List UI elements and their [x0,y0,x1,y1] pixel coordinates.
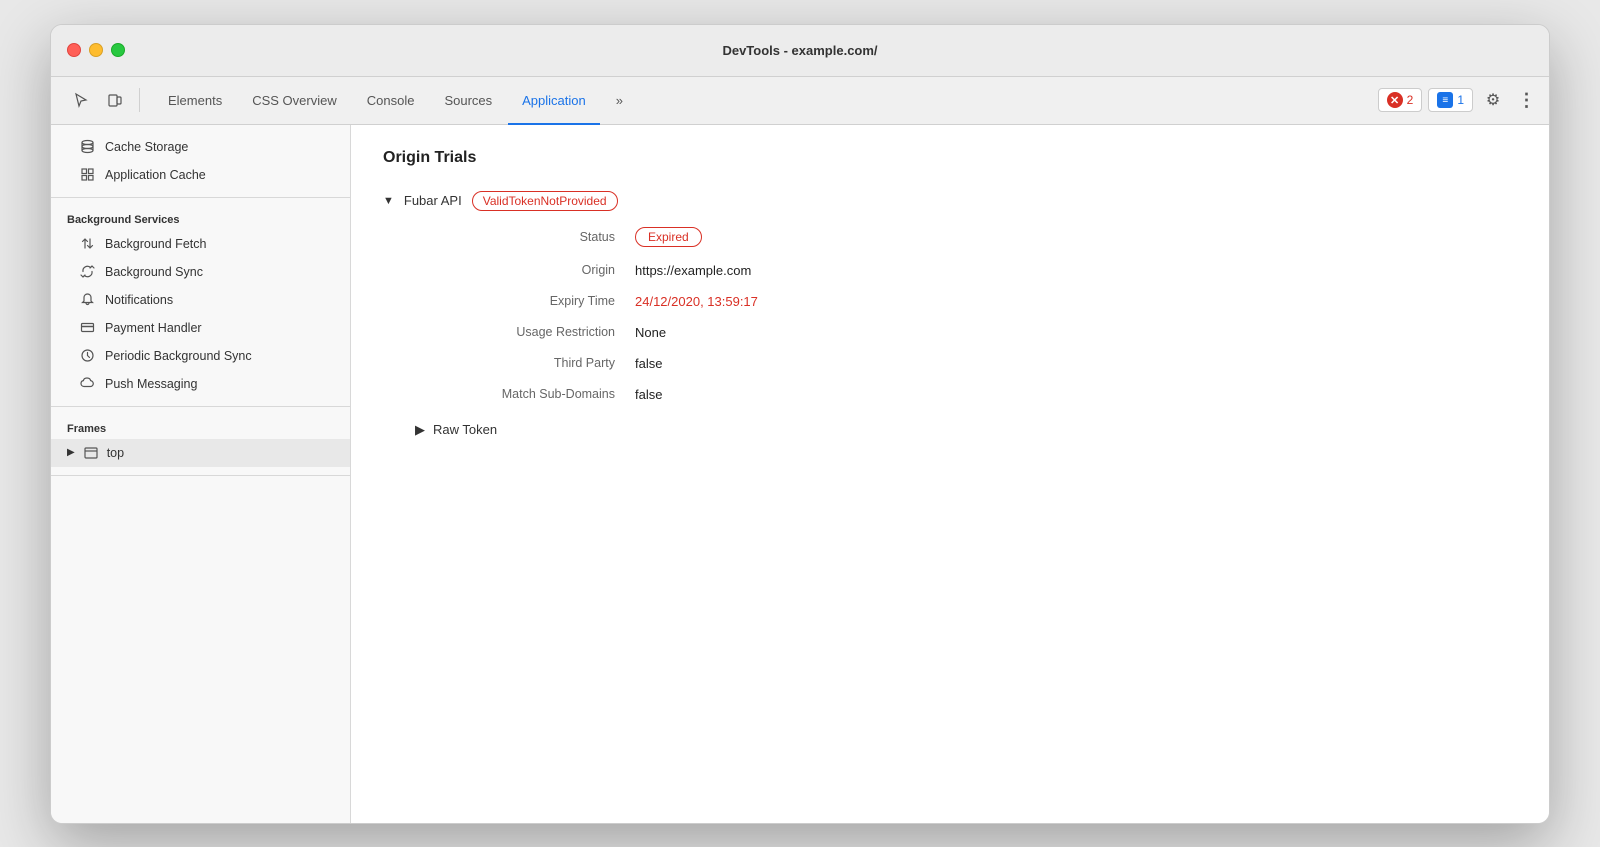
error-icon: ✕ [1387,92,1403,108]
match-subdomains-value: false [635,387,1517,402]
api-name-label: Fubar API [404,193,462,208]
tab-application[interactable]: Application [508,78,600,125]
sync-icon [79,264,95,280]
sidebar-item-push-messaging[interactable]: Push Messaging [51,370,350,398]
tab-css-overview[interactable]: CSS Overview [238,78,351,125]
clock-icon [79,348,95,364]
tabbar: Elements CSS Overview Console Sources Ap… [51,77,1549,125]
info-badge-button[interactable]: ≡ 1 [1428,88,1473,112]
window-icon [83,445,99,461]
tab-more[interactable]: » [602,78,637,125]
database-icon [79,139,95,155]
tab-toolbar-icons [59,77,152,124]
third-party-value: false [635,356,1517,371]
info-icon: ≡ [1437,92,1453,108]
usage-restriction-label: Usage Restriction [415,325,635,340]
divider [139,88,140,112]
match-subdomains-label: Match Sub-Domains [415,387,635,402]
expiry-label: Expiry Time [415,294,635,309]
sidebar-item-periodic-background-sync[interactable]: Periodic Background Sync [51,342,350,370]
traffic-lights [67,43,125,57]
raw-token-row[interactable]: ▶ Raw Token [383,422,1517,438]
api-section-fubar: ▼ Fubar API ValidTokenNotProvided Status… [383,191,1517,438]
background-services-title: Background Services [51,206,350,230]
sidebar-item-top[interactable]: ▶ top [51,439,350,467]
raw-token-label: Raw Token [433,422,497,437]
main-content: Origin Trials ▼ Fubar API ValidTokenNotP… [351,125,1549,823]
sidebar-background-services-section: Background Services Background Fetch [51,198,350,407]
page-title: Origin Trials [383,149,1517,167]
frames-title: Frames [51,415,350,439]
origin-label: Origin [415,263,635,278]
more-options-icon[interactable]: ⋮ [1513,86,1541,114]
device-icon[interactable] [101,86,129,114]
sidebar: Cache Storage Application Cache [51,125,351,823]
cloud-icon [79,376,95,392]
tabbar-right: ✕ 2 ≡ 1 ⚙ ⋮ [1378,77,1541,124]
status-value: Expired [635,227,1517,247]
detail-table: Status Expired Origin https://example.co… [383,227,1517,402]
sidebar-item-cache-storage[interactable]: Cache Storage [51,133,350,161]
sidebar-item-application-cache[interactable]: Application Cache [51,161,350,189]
api-expand-toggle[interactable]: ▼ [383,195,394,207]
expand-icon: ▶ [67,447,75,458]
arrows-updown-icon [79,236,95,252]
card-icon [79,320,95,336]
error-badge-button[interactable]: ✕ 2 [1378,88,1423,112]
origin-value: https://example.com [635,263,1517,278]
devtools-window: DevTools - example.com/ Elements CSS Ove… [50,24,1550,824]
cursor-icon[interactable] [67,86,95,114]
sidebar-item-payment-handler[interactable]: Payment Handler [51,314,350,342]
sidebar-frames-section: Frames ▶ top [51,407,350,476]
status-label: Status [415,227,635,247]
maximize-button[interactable] [111,43,125,57]
minimize-button[interactable] [89,43,103,57]
third-party-label: Third Party [415,356,635,371]
close-button[interactable] [67,43,81,57]
tab-sources[interactable]: Sources [430,78,506,125]
expiry-value: 24/12/2020, 13:59:17 [635,294,1517,309]
sidebar-item-background-sync[interactable]: Background Sync [51,258,350,286]
api-header: ▼ Fubar API ValidTokenNotProvided [383,191,1517,211]
sidebar-storage-section: Cache Storage Application Cache [51,125,350,198]
sidebar-item-notifications[interactable]: Notifications [51,286,350,314]
titlebar: DevTools - example.com/ [51,25,1549,77]
sidebar-item-background-fetch[interactable]: Background Fetch [51,230,350,258]
api-status-badge: ValidTokenNotProvided [472,191,618,211]
bell-icon [79,292,95,308]
raw-token-toggle: ▶ [415,422,425,438]
usage-restriction-value: None [635,325,1517,340]
window-title: DevTools - example.com/ [722,43,877,58]
tab-elements[interactable]: Elements [154,78,236,125]
main-area: Cache Storage Application Cache [51,125,1549,823]
settings-icon[interactable]: ⚙ [1479,86,1507,114]
tab-console[interactable]: Console [353,78,429,125]
grid-icon [79,167,95,183]
status-badge: Expired [635,227,702,247]
